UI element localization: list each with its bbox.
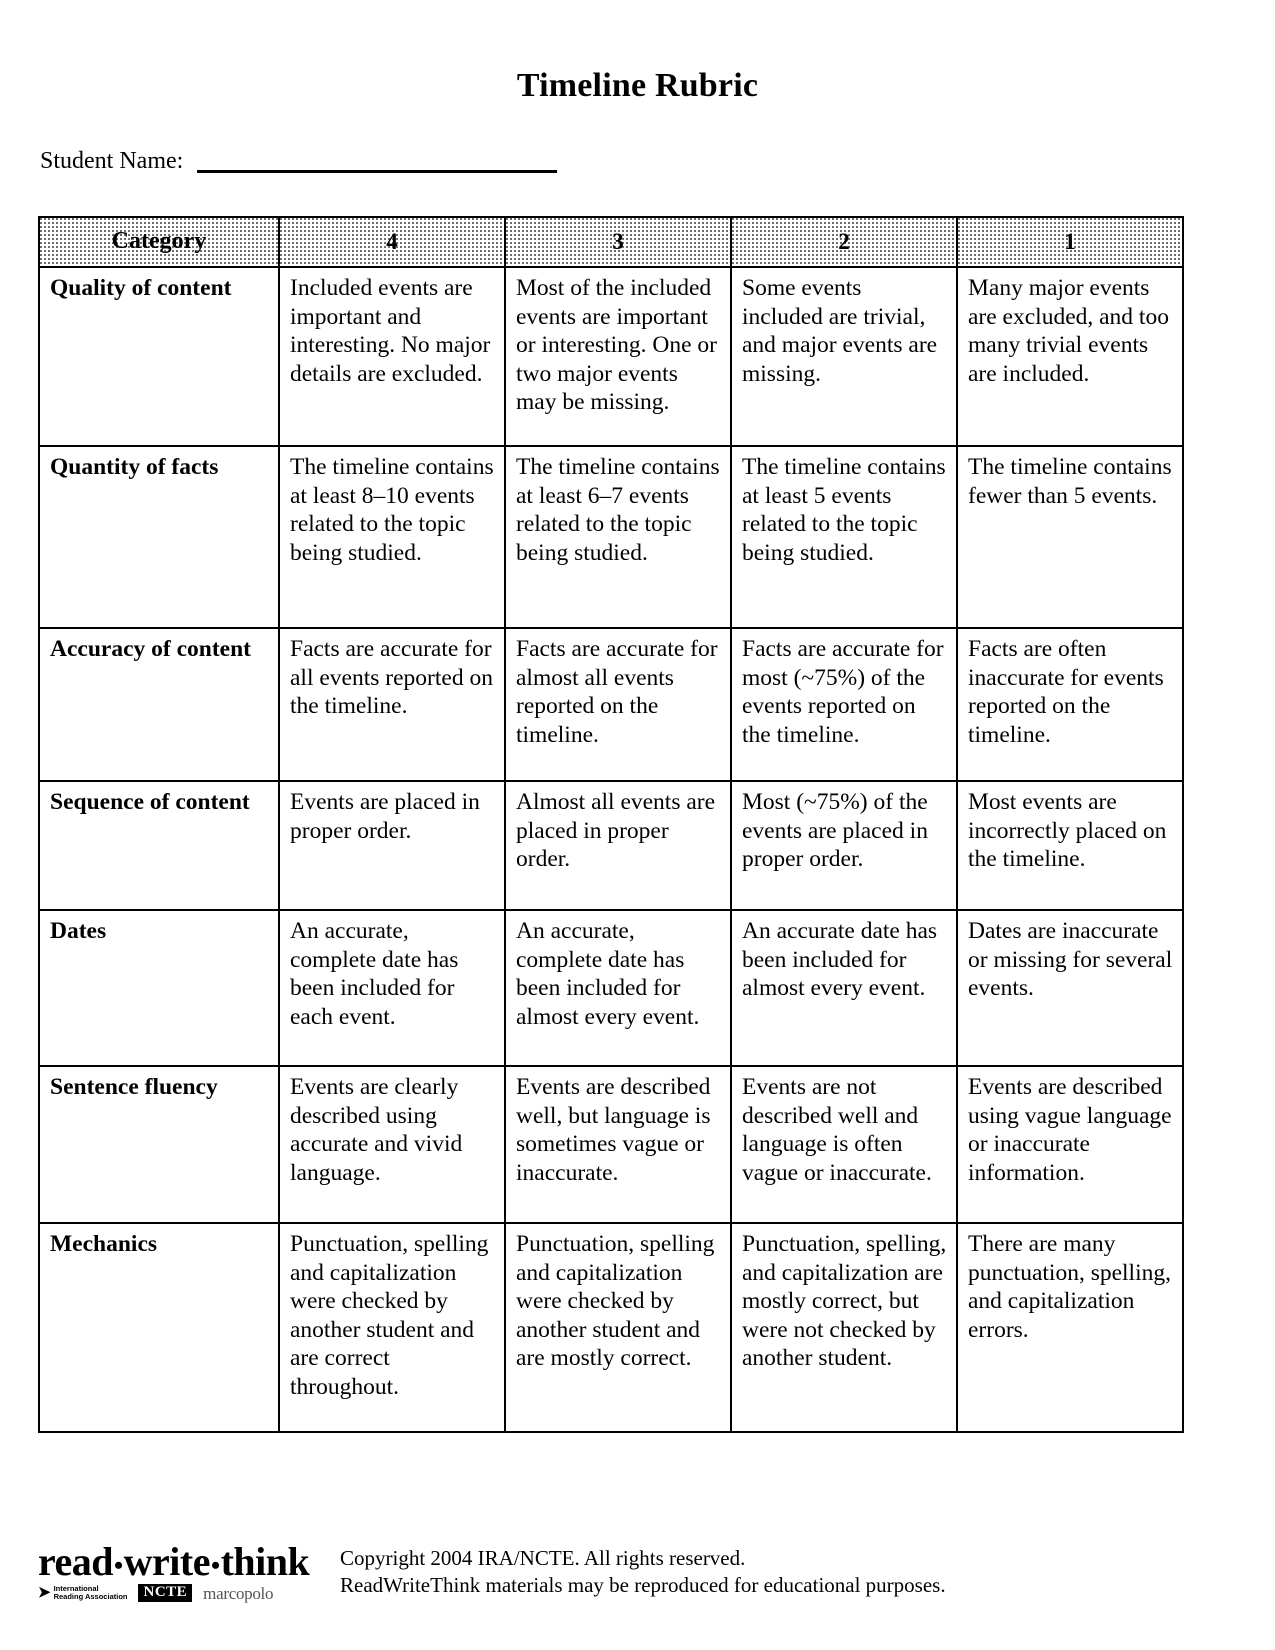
document-page: Timeline Rubric Student Name: Category 4… bbox=[0, 0, 1275, 1650]
student-name-row: Student Name: bbox=[0, 148, 1275, 173]
student-name-label: Student Name: bbox=[40, 148, 184, 174]
logo-word-write: write bbox=[123, 1538, 211, 1584]
logo-word-read: read bbox=[38, 1538, 114, 1584]
criterion-cell-1[interactable]: Events are described using vague languag… bbox=[956, 1065, 1184, 1224]
criterion-cell-3[interactable]: Facts are accurate for almost all events… bbox=[504, 627, 732, 782]
logo-separator-dot-2: • bbox=[210, 1550, 220, 1580]
header-cell-category: Category bbox=[38, 216, 280, 268]
header-label-1: 1 bbox=[1064, 228, 1076, 254]
header-cell-score-3: 3 bbox=[504, 216, 732, 268]
header-label-3: 3 bbox=[612, 228, 624, 254]
table-row: Quality of content Included events are i… bbox=[38, 266, 1184, 447]
row-category: Mechanics bbox=[38, 1222, 280, 1433]
criterion-cell-4[interactable]: Included events are important and intere… bbox=[278, 266, 506, 447]
logo-word-think: think bbox=[220, 1538, 310, 1584]
criterion-cell-3[interactable]: The timeline contains at least 6–7 event… bbox=[504, 445, 732, 629]
table-row: Mechanics Punctuation, spelling and capi… bbox=[38, 1222, 1184, 1433]
criterion-cell-1[interactable]: Dates are inaccurate or missing for seve… bbox=[956, 909, 1184, 1067]
student-name-input[interactable] bbox=[197, 148, 558, 173]
table-row: Dates An accurate, complete date has bee… bbox=[38, 909, 1184, 1067]
marcopolo-logo: marcopolo bbox=[203, 1583, 274, 1603]
copyright-line-2: ReadWriteThink materials may be reproduc… bbox=[340, 1573, 946, 1598]
row-category: Quality of content bbox=[38, 266, 280, 447]
criterion-cell-2[interactable]: Events are not described well and langua… bbox=[730, 1065, 958, 1224]
criterion-cell-1[interactable]: Most events are incorrectly placed on th… bbox=[956, 780, 1184, 911]
criterion-cell-3[interactable]: Most of the included events are importan… bbox=[504, 266, 732, 447]
criterion-cell-2[interactable]: The timeline contains at least 5 events … bbox=[730, 445, 958, 629]
criterion-cell-4[interactable]: Events are placed in proper order. bbox=[278, 780, 506, 911]
copyright-block: Copyright 2004 IRA/NCTE. All rights rese… bbox=[330, 1545, 946, 1602]
row-category: Dates bbox=[38, 909, 280, 1067]
table-row: Quantity of facts The timeline contains … bbox=[38, 445, 1184, 629]
ira-logo-text: International Reading Association bbox=[53, 1584, 128, 1602]
logo-separator-dot-1: • bbox=[114, 1550, 123, 1580]
criterion-cell-3[interactable]: Almost all events are placed in proper o… bbox=[504, 780, 732, 911]
table-row: Sentence fluency Events are clearly desc… bbox=[38, 1065, 1184, 1224]
criterion-cell-4[interactable]: Events are clearly described using accur… bbox=[278, 1065, 506, 1224]
logo-partner-row: ➤ International Reading Association NCTE… bbox=[38, 1584, 316, 1602]
criterion-cell-4[interactable]: Facts are accurate for all events report… bbox=[278, 627, 506, 782]
criterion-cell-3[interactable]: An accurate, complete date has been incl… bbox=[504, 909, 732, 1067]
logo-wordmark: read•write•think bbox=[38, 1538, 316, 1584]
header-cell-score-4: 4 bbox=[278, 216, 506, 268]
criterion-cell-2[interactable]: An accurate date has been included for a… bbox=[730, 909, 958, 1067]
arrow-icon: ➤ bbox=[38, 1584, 51, 1601]
criterion-cell-4[interactable]: The timeline contains at least 8–10 even… bbox=[278, 445, 506, 629]
table-body: Quality of content Included events are i… bbox=[38, 266, 1184, 1433]
rubric-table-container: Category 4 3 2 1 Quality of content Incl… bbox=[0, 216, 1275, 1433]
criterion-cell-4[interactable]: An accurate, complete date has been incl… bbox=[278, 909, 506, 1067]
ira-logo: ➤ International Reading Association bbox=[38, 1584, 128, 1602]
row-category: Sentence fluency bbox=[38, 1065, 280, 1224]
row-category: Quantity of facts bbox=[38, 445, 280, 629]
criterion-cell-1[interactable]: Facts are often inaccurate for events re… bbox=[956, 627, 1184, 782]
table-row: Accuracy of content Facts are accurate f… bbox=[38, 627, 1184, 782]
rubric-table: Category 4 3 2 1 Quality of content Incl… bbox=[38, 216, 1184, 1433]
criterion-cell-2[interactable]: Punctuation, spelling, and capitalizatio… bbox=[730, 1222, 958, 1433]
ncte-logo: NCTE bbox=[138, 1584, 193, 1602]
header-label-2: 2 bbox=[838, 228, 850, 254]
criterion-cell-2[interactable]: Some events included are trivial, and ma… bbox=[730, 266, 958, 447]
table-header: Category 4 3 2 1 bbox=[38, 216, 1184, 268]
header-cell-score-1: 1 bbox=[956, 216, 1184, 268]
criterion-cell-2[interactable]: Facts are accurate for most (~75%) of th… bbox=[730, 627, 958, 782]
header-cell-score-2: 2 bbox=[730, 216, 958, 268]
ira-line-2: Reading Association bbox=[53, 1592, 128, 1601]
page-footer: read•write•think ➤ International Reading… bbox=[38, 1538, 946, 1602]
readwritethink-logo: read•write•think ➤ International Reading… bbox=[38, 1538, 316, 1602]
copyright-line-1: Copyright 2004 IRA/NCTE. All rights rese… bbox=[340, 1545, 746, 1570]
table-header-row: Category 4 3 2 1 bbox=[38, 216, 1184, 268]
criterion-cell-4[interactable]: Punctuation, spelling and capitalization… bbox=[278, 1222, 506, 1433]
header-label-category: Category bbox=[111, 228, 207, 255]
page-title: Timeline Rubric bbox=[516, 67, 759, 104]
criterion-cell-2[interactable]: Most (~75%) of the events are placed in … bbox=[730, 780, 958, 911]
table-row: Sequence of content Events are placed in… bbox=[38, 780, 1184, 911]
header-label-4: 4 bbox=[386, 228, 398, 254]
row-category: Accuracy of content bbox=[38, 627, 280, 782]
criterion-cell-1[interactable]: Many major events are excluded, and too … bbox=[956, 266, 1184, 447]
criterion-cell-1[interactable]: The timeline contains fewer than 5 event… bbox=[956, 445, 1184, 629]
criterion-cell-3[interactable]: Punctuation, spelling and capitalization… bbox=[504, 1222, 732, 1433]
criterion-cell-3[interactable]: Events are described well, but language … bbox=[504, 1065, 732, 1224]
row-category: Sequence of content bbox=[38, 780, 280, 911]
criterion-cell-1[interactable]: There are many punctuation, spelling, an… bbox=[956, 1222, 1184, 1433]
